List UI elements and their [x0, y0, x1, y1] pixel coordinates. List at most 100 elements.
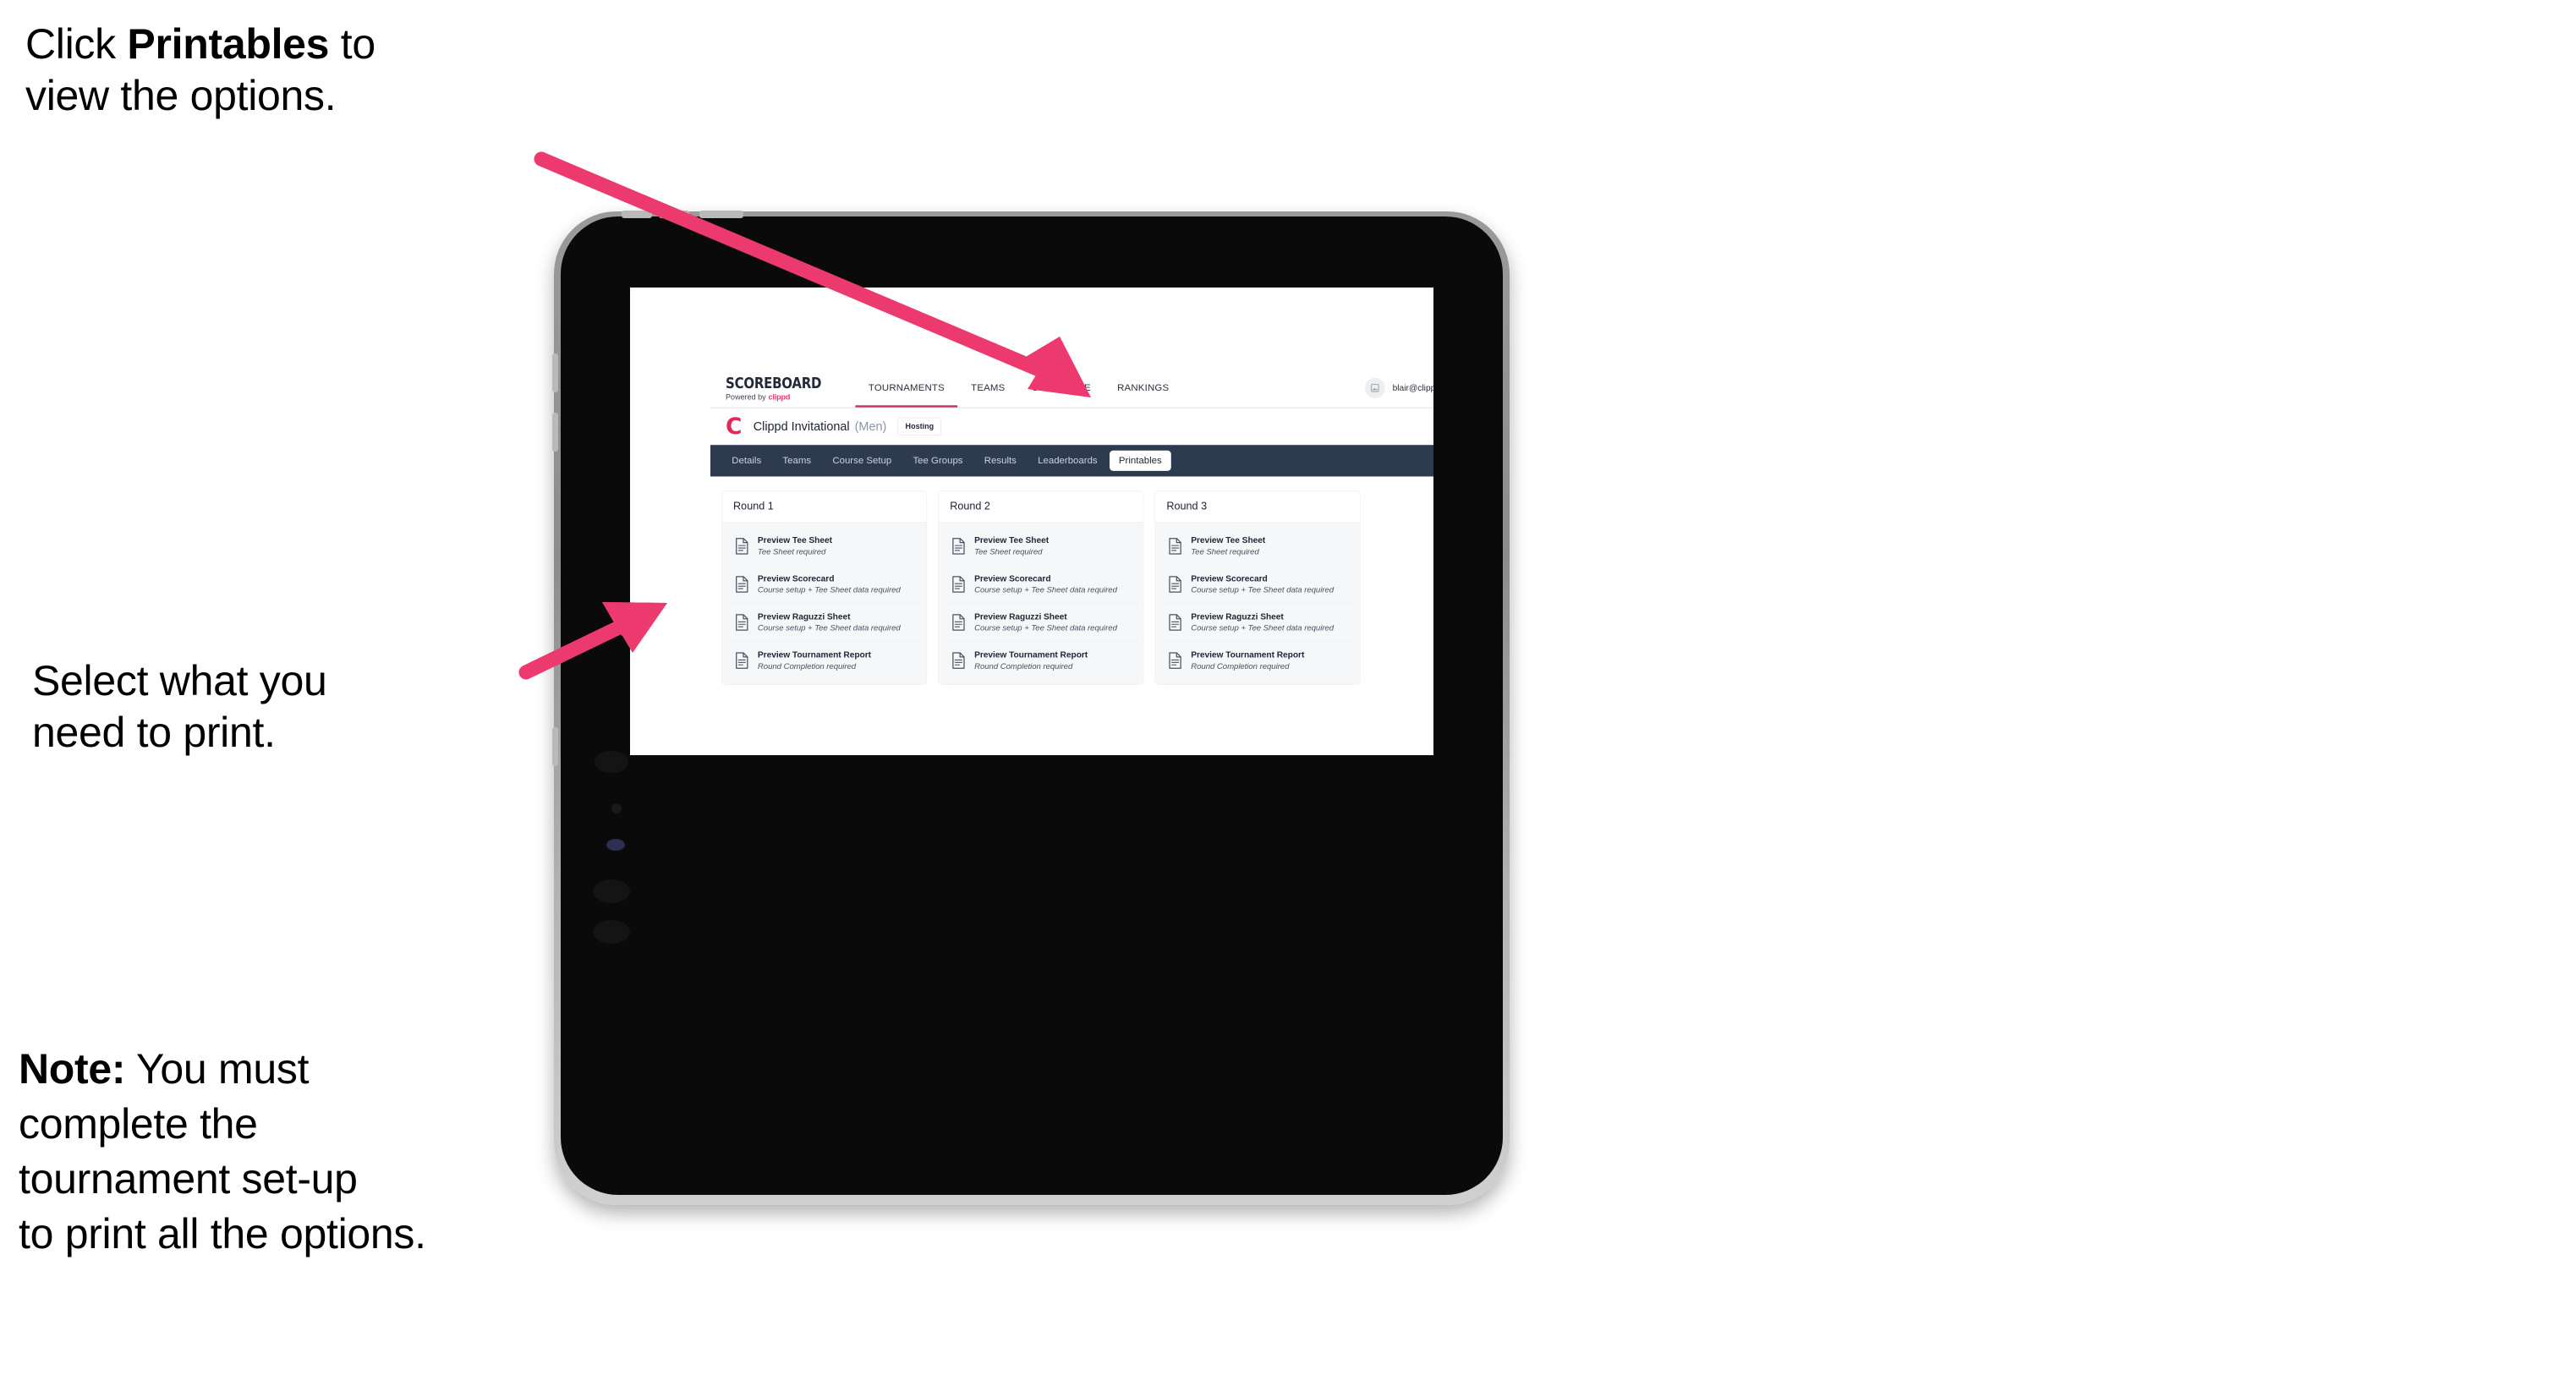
printable-title: Preview Raguzzi Sheet — [757, 611, 851, 622]
device-indicator-led-icon — [606, 839, 625, 851]
printable-title: Preview Scorecard — [757, 573, 835, 583]
round-title: Round 3 — [1155, 490, 1360, 523]
printable-row[interactable]: Preview Tournament Report Round Completi… — [1160, 641, 1355, 680]
printable-title: Preview Tournament Report — [757, 649, 871, 660]
nav-item-tournaments[interactable]: TOURNAMENTS — [855, 369, 958, 408]
printable-row[interactable]: Preview Scorecard Course setup + Tee She… — [1160, 565, 1355, 604]
printable-text: Preview Scorecard Course setup + Tee She… — [1191, 573, 1334, 594]
tournament-gender: (Men) — [854, 419, 887, 434]
printable-text: Preview Tee Sheet Tee Sheet required — [974, 535, 1049, 556]
printable-text: Preview Scorecard Course setup + Tee She… — [974, 573, 1117, 594]
document-icon — [736, 576, 748, 593]
document-icon — [1169, 614, 1181, 631]
tab-results[interactable]: Results — [975, 451, 1026, 471]
brand-title: SCOREBOARD — [726, 374, 822, 392]
page-root: Click Printables to view the options. Se… — [0, 0, 2576, 1386]
printable-title: Preview Scorecard — [974, 573, 1051, 583]
printable-row[interactable]: Preview Tee Sheet Tee Sheet required — [726, 527, 922, 566]
printable-title: Preview Scorecard — [1191, 573, 1268, 583]
round-title: Round 1 — [721, 490, 927, 523]
printable-title: Preview Tournament Report — [1191, 649, 1305, 660]
scoreboard-brand[interactable]: SCOREBOARD Powered by clippd — [726, 369, 855, 408]
document-icon — [1169, 576, 1181, 593]
printable-requirement: Round Completion required — [974, 661, 1073, 671]
printable-title: Preview Tournament Report — [974, 649, 1088, 660]
device-side-button[interactable] — [552, 727, 558, 766]
printable-row[interactable]: Preview Raguzzi Sheet Course setup + Tee… — [1160, 603, 1355, 642]
device-volume-down-button[interactable] — [552, 413, 558, 452]
printable-requirement: Tee Sheet required — [757, 547, 826, 556]
printable-title: Preview Tee Sheet — [1191, 535, 1266, 545]
printable-text: Preview Tee Sheet Tee Sheet required — [758, 535, 832, 556]
nav-item-teams[interactable]: TEAMS — [958, 369, 1019, 408]
printable-requirement: Course setup + Tee Sheet data required — [1191, 585, 1335, 594]
document-icon — [736, 652, 748, 669]
printable-text: Preview Raguzzi Sheet Course setup + Tee… — [974, 611, 1117, 633]
tab-teams[interactable]: Teams — [774, 451, 820, 471]
hosting-status-chip[interactable]: Hosting — [897, 417, 942, 436]
printable-text: Preview Scorecard Course setup + Tee She… — [758, 573, 901, 594]
printable-row[interactable]: Preview Raguzzi Sheet Course setup + Tee… — [726, 603, 922, 642]
round-card: Round 2 Preview Tee Sheet Tee Sheet requ… — [938, 490, 1144, 686]
round-title: Round 2 — [938, 490, 1143, 523]
printable-text: Preview Raguzzi Sheet Course setup + Tee… — [1191, 611, 1334, 633]
annotation-note-bold: Note: — [19, 1045, 126, 1093]
round-items: Preview Tee Sheet Tee Sheet required Pre… — [938, 522, 1143, 685]
document-icon — [952, 576, 965, 593]
device-home-button-icon[interactable] — [593, 920, 630, 944]
printables-content: Round 1 Preview Tee Sheet Tee Sheet requ… — [710, 476, 1433, 699]
brand-subtitle: Powered by clippd — [726, 393, 837, 402]
printable-row[interactable]: Preview Tee Sheet Tee Sheet required — [943, 527, 1138, 566]
clippd-c-logo-icon: C — [726, 413, 743, 440]
printable-requirement: Round Completion required — [757, 661, 857, 671]
top-nav-user-area: blair@clippd.io | Sign out — [1365, 369, 1433, 408]
printable-text: Preview Tournament Report Round Completi… — [974, 650, 1088, 671]
device-top-button-2[interactable] — [659, 211, 689, 218]
annotation-select-print: Select what you need to print. — [32, 657, 327, 756]
tab-leaderboards[interactable]: Leaderboards — [1028, 451, 1106, 471]
printable-text: Preview Tournament Report Round Completi… — [1191, 650, 1304, 671]
document-icon — [736, 614, 748, 631]
printable-title: Preview Raguzzi Sheet — [1191, 611, 1284, 622]
brand-clippd-name: clippd — [768, 392, 791, 403]
device-volume-up-button[interactable] — [552, 353, 558, 392]
user-email: blair@clippd.io — [1392, 382, 1433, 393]
document-icon — [952, 652, 965, 669]
tab-details[interactable]: Details — [722, 451, 770, 471]
printable-row[interactable]: Preview Raguzzi Sheet Course setup + Tee… — [943, 603, 1138, 642]
printable-text: Preview Tournament Report Round Completi… — [758, 650, 871, 671]
nav-item-committee[interactable]: COMMITTEE — [1018, 369, 1104, 408]
document-icon — [952, 614, 965, 631]
printable-requirement: Tee Sheet required — [1191, 547, 1259, 556]
device-top-button-1[interactable] — [622, 211, 652, 218]
device-camera-icon — [611, 803, 622, 814]
printable-requirement: Round Completion required — [1191, 661, 1290, 671]
printable-requirement: Course setup + Tee Sheet data required — [757, 585, 901, 594]
printable-row[interactable]: Preview Scorecard Course setup + Tee She… — [943, 565, 1138, 604]
device-power-button[interactable] — [699, 211, 743, 218]
user-avatar-icon[interactable] — [1365, 377, 1386, 398]
document-icon — [736, 538, 748, 555]
section-tab-bar: Details Teams Course Setup Tee Groups Re… — [710, 445, 1433, 477]
brand-powered-prefix: Powered by — [726, 392, 766, 403]
printable-requirement: Course setup + Tee Sheet data required — [974, 623, 1117, 633]
printable-row[interactable]: Preview Scorecard Course setup + Tee She… — [726, 565, 922, 604]
printable-requirement: Course setup + Tee Sheet data required — [974, 585, 1117, 594]
nav-item-rankings[interactable]: RANKINGS — [1104, 369, 1181, 408]
annotation-click-part1: Click — [25, 20, 128, 68]
printable-requirement: Tee Sheet required — [974, 547, 1043, 556]
tab-tee-groups[interactable]: Tee Groups — [904, 451, 973, 471]
printable-row[interactable]: Preview Tee Sheet Tee Sheet required — [1160, 527, 1355, 566]
annotation-click-bold: Printables — [127, 20, 330, 68]
tab-course-setup[interactable]: Course Setup — [824, 451, 902, 471]
printable-row[interactable]: Preview Tournament Report Round Completi… — [943, 641, 1138, 680]
round-items: Preview Tee Sheet Tee Sheet required Pre… — [721, 522, 927, 685]
printable-title: Preview Tee Sheet — [974, 535, 1050, 545]
printable-requirement: Course setup + Tee Sheet data required — [757, 623, 901, 633]
document-icon — [952, 538, 965, 555]
printable-title: Preview Tee Sheet — [757, 535, 832, 545]
printable-row[interactable]: Preview Tournament Report Round Completi… — [726, 641, 922, 680]
round-card: Round 3 Preview Tee Sheet Tee Sheet requ… — [1154, 490, 1361, 686]
printable-requirement: Course setup + Tee Sheet data required — [1191, 623, 1335, 633]
tab-printables[interactable]: Printables — [1110, 450, 1171, 471]
